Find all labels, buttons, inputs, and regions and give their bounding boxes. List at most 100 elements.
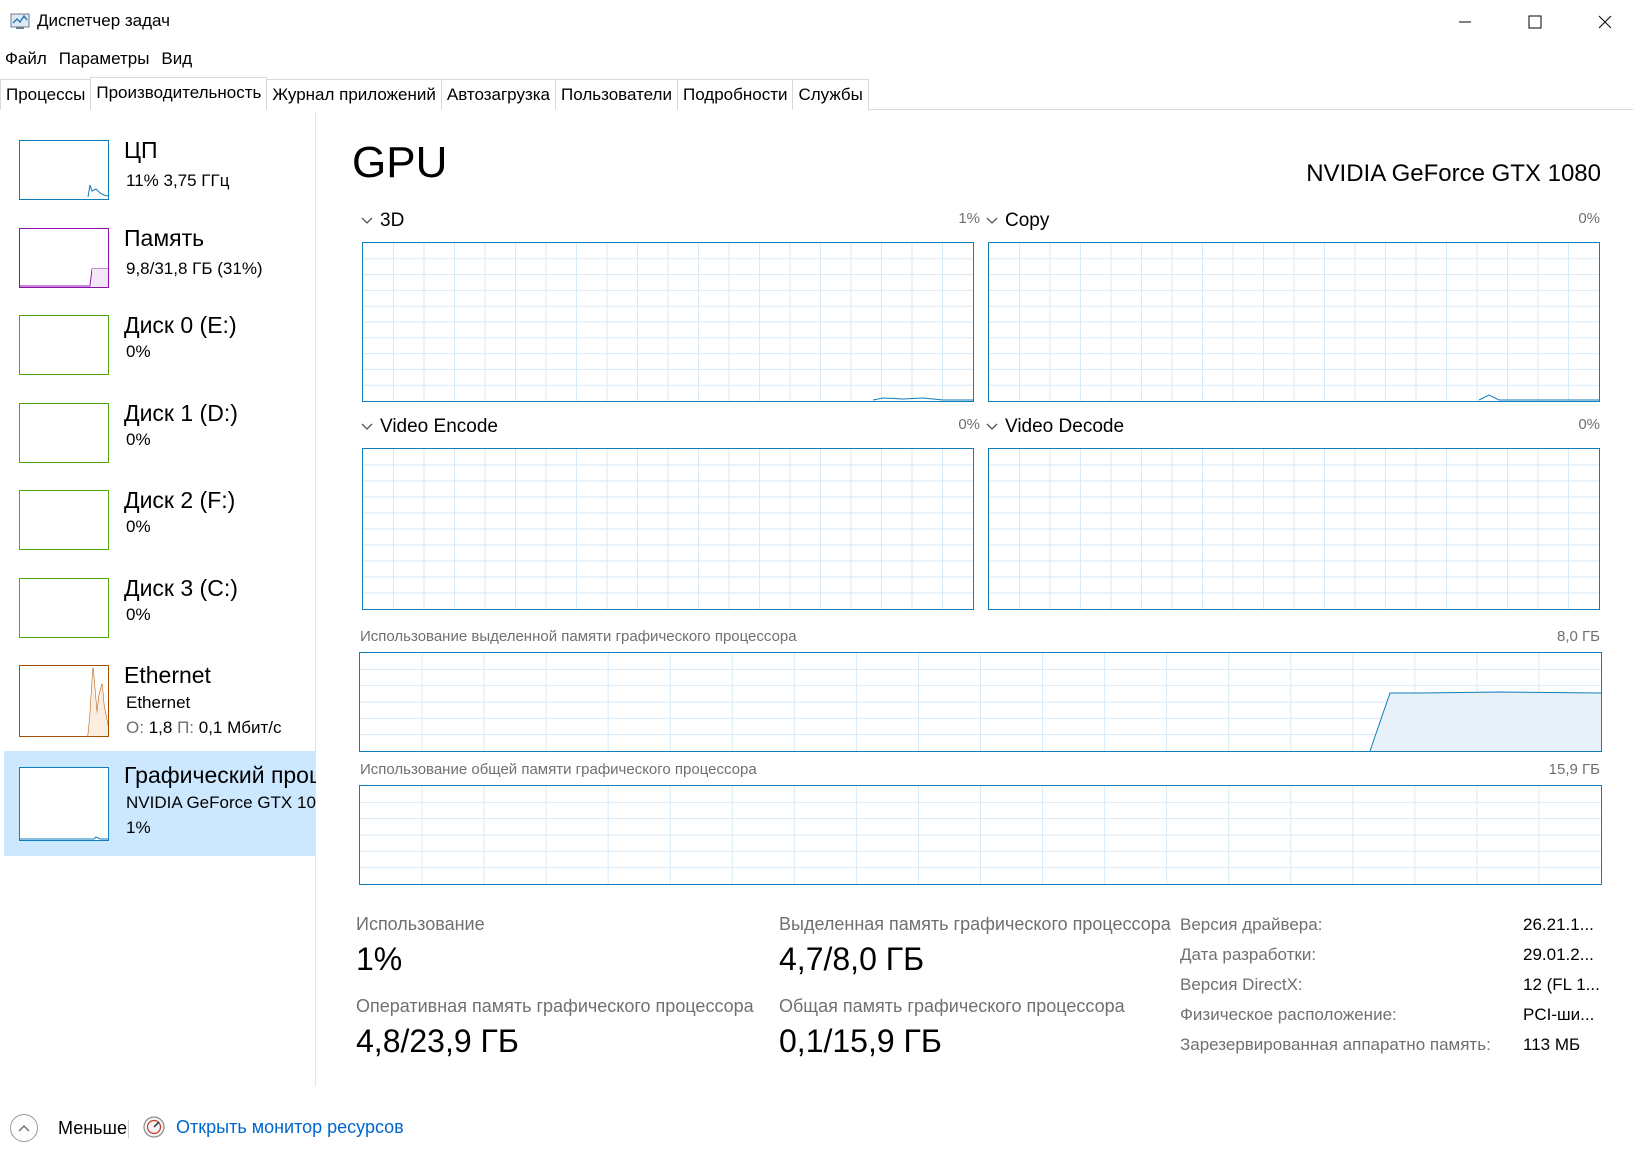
fewer-details-label: Меньше — [58, 1117, 127, 1138]
directx-version-label: Версия DirectX: — [1180, 975, 1303, 994]
engine-selector-copy[interactable]: Copy — [985, 210, 1049, 232]
ethernet-throughput: О: 1,8 П: 0,1 Мбит/с — [126, 718, 282, 738]
tab-processes[interactable]: Процессы — [0, 79, 92, 110]
sidebar-item-label: Диск 3 (C:) — [124, 575, 238, 601]
engine-percent: 0% — [1578, 210, 1600, 227]
footer: Меньше Открыть монитор ресурсов — [0, 1110, 1633, 1150]
cpu-mini-graph — [19, 140, 109, 200]
graph-3d — [362, 242, 974, 402]
send-value: 1,8 — [148, 718, 173, 737]
sidebar-item-value: 9,8/31,8 ГБ (31%) — [126, 259, 263, 278]
fewer-details-button[interactable]: Меньше — [10, 1114, 127, 1142]
menu-view[interactable]: Вид — [156, 46, 199, 72]
gpu-ram-label: Оперативная память графического процессо… — [356, 996, 754, 1016]
title-bar: Диспетчер задач — [0, 0, 1633, 44]
gpu-ram-value: 4,8/23,9 ГБ — [356, 1023, 519, 1059]
engine-selector-video-encode[interactable]: Video Encode — [360, 416, 498, 438]
driver-date-label: Дата разработки: — [1180, 945, 1317, 964]
chevron-up-icon — [10, 1114, 38, 1142]
graph-shared-memory — [359, 785, 1602, 885]
gpu-model-name: NVIDIA GeForce GTX 1080 — [1306, 160, 1601, 187]
shared-memory-stat-label: Общая память графического процессора — [779, 996, 1125, 1016]
engine-percent: 0% — [958, 416, 980, 433]
sidebar-item-label: Ethernet — [124, 662, 211, 688]
engine-percent: 0% — [1578, 416, 1600, 433]
tab-details[interactable]: Подробности — [676, 79, 794, 110]
disk0-mini-graph — [19, 315, 109, 375]
sidebar-item-value: 0% — [126, 605, 151, 624]
sidebar-item-cpu[interactable]: ЦП 11% 3,75 ГГц — [4, 136, 314, 224]
page-title: GPU — [352, 138, 448, 187]
close-button[interactable] — [1570, 0, 1633, 44]
sidebar-item-label: Диск 1 (D:) — [124, 400, 238, 426]
graph-dedicated-memory — [359, 652, 1602, 752]
minimize-button[interactable] — [1430, 0, 1500, 44]
physical-location-label: Физическое расположение: — [1180, 1005, 1397, 1024]
receive-value: 0,1 Мбит/с — [198, 718, 282, 737]
menu-bar: Файл Параметры Вид — [0, 46, 199, 72]
sidebar-item-value: 0% — [126, 517, 151, 536]
usage-label: Использование — [356, 914, 485, 934]
menu-file[interactable]: Файл — [0, 46, 54, 72]
tab-bar: Процессы Производительность Журнал прило… — [0, 77, 1633, 110]
sidebar-item-label: Графический процессор 0 — [124, 762, 316, 788]
menu-options[interactable]: Параметры — [54, 46, 157, 72]
shared-memory-stat-value: 0,1/15,9 ГБ — [779, 1023, 942, 1059]
window-title: Диспетчер задач — [37, 11, 170, 30]
reserved-memory-value: 113 МБ — [1523, 1035, 1581, 1054]
shared-memory-max: 15,9 ГБ — [1548, 761, 1600, 778]
tab-app-history[interactable]: Журнал приложений — [266, 79, 442, 110]
engine-selector-3d[interactable]: 3D — [360, 210, 404, 232]
receive-label: П: — [177, 718, 195, 737]
driver-date-value: 29.01.2... — [1523, 945, 1594, 964]
sidebar-item-gpu[interactable]: Графический процессор 0 NVIDIA GeForce G… — [4, 751, 316, 856]
sidebar-item-memory[interactable]: Память 9,8/31,8 ГБ (31%) — [4, 224, 314, 312]
tab-users[interactable]: Пользователи — [555, 79, 678, 110]
sidebar-item-value: 1% — [126, 818, 151, 837]
directx-version-value: 12 (FL 1... — [1523, 975, 1600, 994]
ethernet-mini-graph — [19, 665, 109, 737]
disk2-mini-graph — [19, 490, 109, 550]
open-resource-monitor-label: Открыть монитор ресурсов — [176, 1116, 404, 1137]
usage-value: 1% — [356, 941, 403, 977]
sidebar-item-label: ЦП — [124, 137, 158, 163]
engine-label: 3D — [380, 210, 405, 231]
sidebar-item-disk2[interactable]: Диск 2 (F:) 0% — [4, 486, 314, 574]
chevron-down-icon — [361, 423, 373, 430]
sidebar-item-disk1[interactable]: Диск 1 (D:) 0% — [4, 399, 314, 487]
sidebar-item-ethernet[interactable]: Ethernet Ethernet О: 1,8 П: 0,1 Мбит/с — [4, 661, 314, 751]
gpu-mini-graph — [19, 767, 109, 841]
reserved-memory-label: Зарезервированная аппаратно память: — [1180, 1035, 1491, 1054]
performance-sidebar: ЦП 11% 3,75 ГГц Память 9,8/31,8 ГБ (31%)… — [0, 111, 316, 1086]
footer-divider — [128, 1120, 129, 1138]
tab-performance[interactable]: Производительность — [90, 77, 268, 110]
engine-percent: 1% — [958, 210, 980, 227]
sidebar-item-disk0[interactable]: Диск 0 (E:) 0% — [4, 311, 314, 399]
disk1-mini-graph — [19, 403, 109, 463]
sidebar-item-disk3[interactable]: Диск 3 (C:) 0% — [4, 574, 314, 662]
dedicated-memory-label: Использование выделенной памяти графичес… — [360, 628, 797, 645]
sidebar-item-label: Диск 2 (F:) — [124, 487, 236, 513]
physical-location-value: PCI-ши... — [1523, 1005, 1595, 1024]
disk3-mini-graph — [19, 578, 109, 638]
tab-startup[interactable]: Автозагрузка — [440, 79, 557, 110]
sidebar-item-model: NVIDIA GeForce GTX 1080 — [126, 793, 316, 812]
engine-label: Video Encode — [380, 416, 498, 437]
dedicated-memory-max: 8,0 ГБ — [1557, 628, 1600, 645]
dedicated-memory-stat-value: 4,7/8,0 ГБ — [779, 941, 925, 977]
send-label: О: — [126, 718, 144, 737]
sidebar-item-value: Ethernet — [126, 693, 191, 712]
engine-selector-video-decode[interactable]: Video Decode — [985, 416, 1124, 438]
graph-copy — [988, 242, 1600, 402]
maximize-button[interactable] — [1500, 0, 1570, 44]
driver-version-value: 26.21.1... — [1523, 915, 1594, 934]
chevron-down-icon — [986, 217, 998, 224]
sidebar-item-label: Память — [124, 225, 205, 251]
maximize-icon — [1528, 15, 1542, 29]
driver-version-label: Версия драйвера: — [1180, 915, 1323, 934]
open-resource-monitor-link[interactable]: Открыть монитор ресурсов — [142, 1115, 404, 1139]
task-manager-icon — [10, 12, 30, 30]
engine-label: Copy — [1005, 210, 1050, 231]
close-icon — [1598, 15, 1612, 29]
tab-services[interactable]: Службы — [792, 79, 869, 110]
